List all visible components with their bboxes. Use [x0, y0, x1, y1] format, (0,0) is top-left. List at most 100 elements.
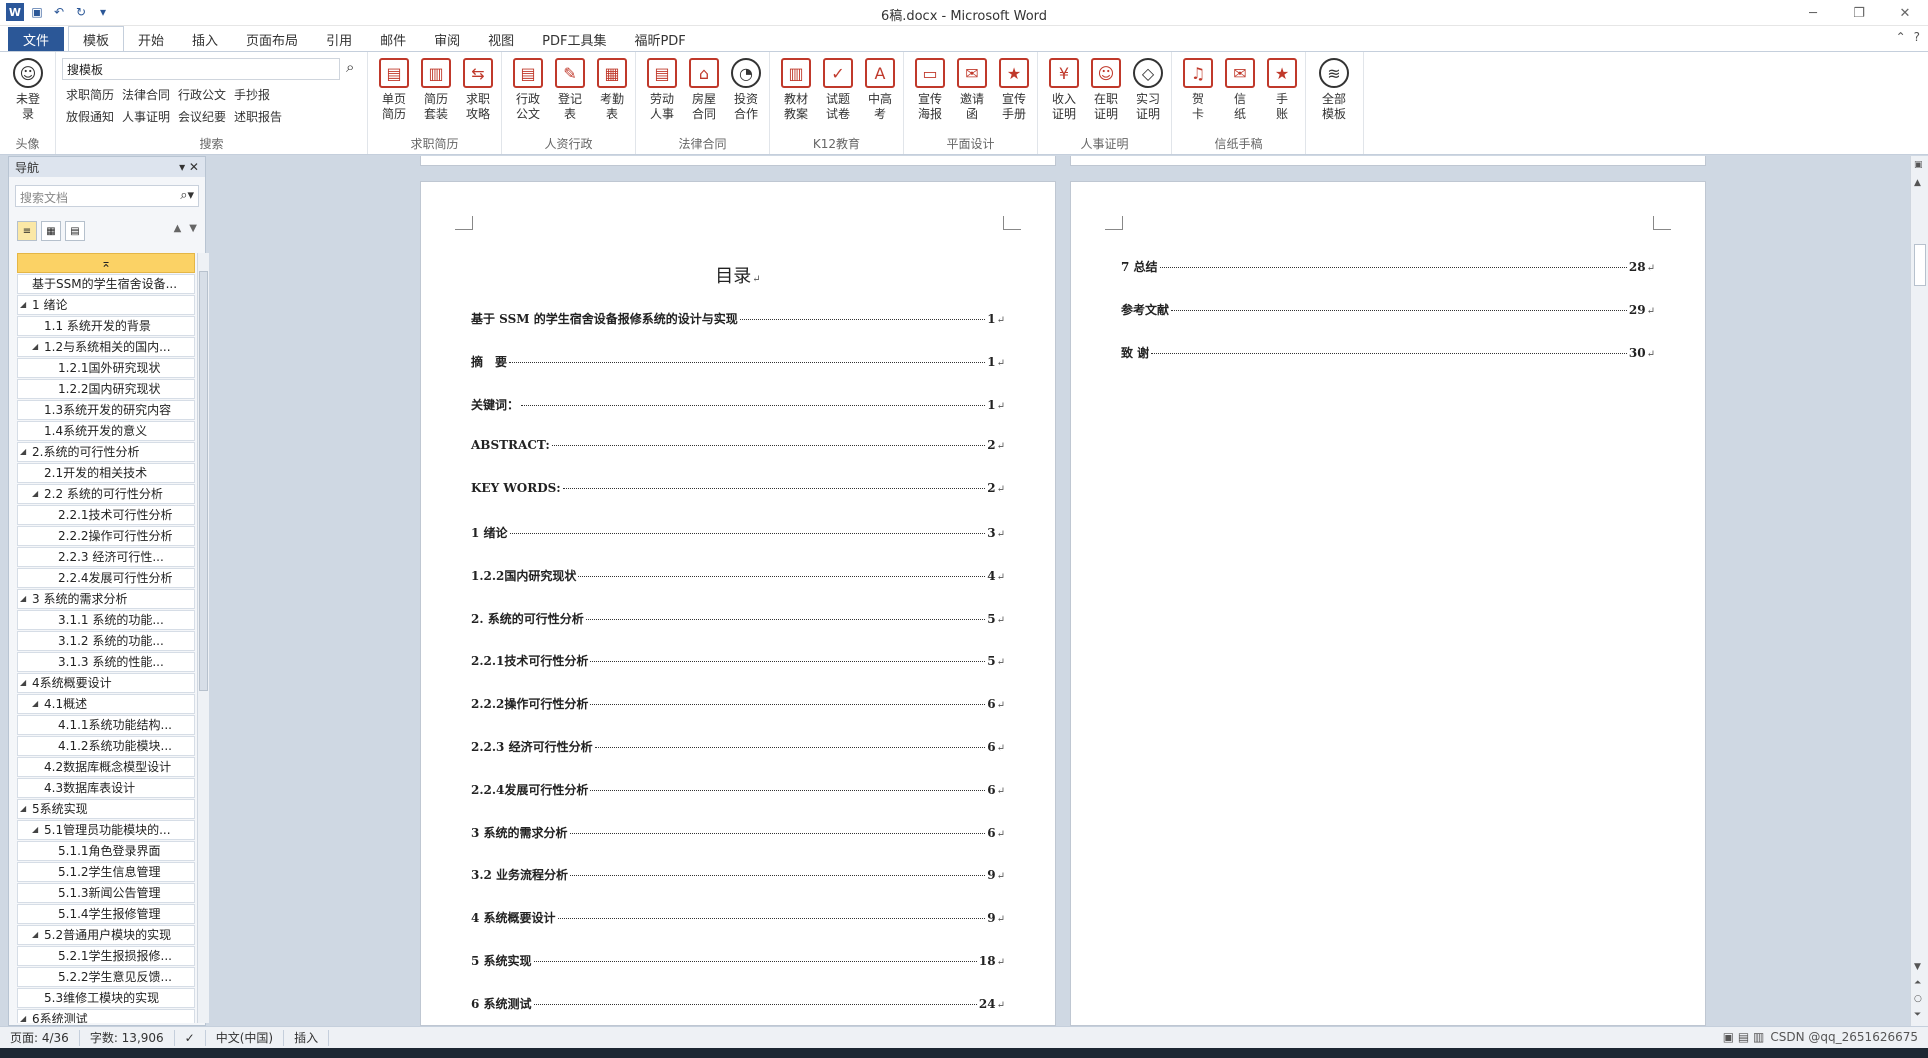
nav-heading-item[interactable]: 4.1.1系统功能结构...	[17, 715, 195, 735]
nav-heading-item[interactable]: 4.3数据库表设计	[17, 778, 195, 798]
document-page-2[interactable]: 7 总结 28 ↵ 参考文献 29 ↵ 致 谢 30 ↵	[1070, 181, 1706, 1026]
minimize-ribbon-icon[interactable]: ⌃	[1896, 30, 1906, 44]
single-resume-button[interactable]: ▤ 单页 简历	[374, 58, 414, 122]
link-holiday[interactable]: 放假通知	[66, 108, 114, 125]
resume-set-button[interactable]: ▥ 简历 套装	[416, 58, 456, 122]
headings-view-icon[interactable]: ≡	[17, 221, 37, 241]
nav-heading-item[interactable]: 1.2.1国外研究现状	[17, 358, 195, 378]
handbook-button[interactable]: ★ 手账	[1262, 58, 1302, 122]
scroll-thumb[interactable]	[1914, 244, 1926, 286]
scroll-down-icon[interactable]: ▼	[1914, 962, 1921, 972]
job-guide-button[interactable]: ⇆ 求职 攻略	[458, 58, 498, 122]
poster-button[interactable]: ▭ 宣传 海报	[910, 58, 950, 122]
toc-entry[interactable]: 基于 SSM 的学生宿舍设备报修系统的设计与实现 1 ↵	[471, 310, 1005, 327]
toc-entry[interactable]: ABSTRACT: 2 ↵	[471, 438, 1005, 452]
toc-entry[interactable]: 2. 系统的可行性分析 5 ↵	[471, 610, 1005, 627]
nav-heading-item[interactable]: 2.2.3 经济可行性...	[17, 547, 195, 567]
pages-view-icon[interactable]: ▦	[41, 221, 61, 241]
nav-next-icon[interactable]: ▼	[189, 223, 197, 234]
income-proof-button[interactable]: ¥ 收入 证明	[1044, 58, 1084, 122]
toc-entry[interactable]: 3 系统的需求分析 6 ↵	[471, 824, 1005, 841]
nav-heading-item[interactable]: 5.2.2学生意见反馈...	[17, 967, 195, 987]
link-official-doc[interactable]: 行政公文	[178, 86, 226, 103]
link-resume[interactable]: 求职简历	[66, 86, 114, 103]
tab-view[interactable]: 视图	[474, 27, 528, 51]
link-minutes[interactable]: 会议纪要	[178, 108, 226, 125]
view-mode-icons[interactable]: ▣ ▤ ▥	[1723, 1030, 1765, 1044]
tab-home[interactable]: 开始	[124, 27, 178, 51]
tab-review[interactable]: 审阅	[420, 27, 474, 51]
labor-button[interactable]: ▤ 劳动 人事	[642, 58, 682, 122]
link-handwritten[interactable]: 手抄报	[234, 86, 270, 103]
nav-heading-item[interactable]: 3.1.2 系统的功能...	[17, 631, 195, 651]
letter-paper-button[interactable]: ✉ 信纸	[1220, 58, 1260, 122]
toc-entry[interactable]: 1 绪论 3 ↵	[471, 524, 1005, 541]
nav-heading-item[interactable]: ◢ 2.系统的可行性分析	[17, 442, 195, 462]
toc-entry[interactable]: 1.2.2国内研究现状 4 ↵	[471, 567, 1005, 584]
next-page-icon[interactable]: ⏷	[1914, 1010, 1921, 1020]
status-words[interactable]: 字数: 13,906	[80, 1029, 175, 1046]
expand-triangle-icon[interactable]: ◢	[20, 296, 26, 314]
tab-mailings[interactable]: 邮件	[366, 27, 420, 51]
nav-heading-item[interactable]: ◢ 1.2与系统相关的国内...	[17, 337, 195, 357]
close-icon[interactable]: ✕	[1882, 0, 1928, 26]
nav-heading-item[interactable]: ◢ 4系统概要设计	[17, 673, 195, 693]
toc-entry[interactable]: 4 系统概要设计 9 ↵	[471, 909, 1005, 926]
nav-heading-item[interactable]: 2.1开发的相关技术	[17, 463, 195, 483]
nav-heading-item[interactable]: 4.2数据库概念模型设计	[17, 757, 195, 777]
restore-icon[interactable]: ❐	[1836, 0, 1882, 26]
expand-triangle-icon[interactable]: ◢	[32, 485, 38, 503]
toc-entry[interactable]: 5 系统实现 18 ↵	[471, 952, 1005, 969]
nav-heading-item[interactable]: 3.1.1 系统的功能...	[17, 610, 195, 630]
nav-heading-item[interactable]: 3.1.3 系统的性能...	[17, 652, 195, 672]
nav-heading-item[interactable]: 5.2.1学生报损报修...	[17, 946, 195, 966]
document-page-1[interactable]: 目录↵ 基于 SSM 的学生宿舍设备报修系统的设计与实现 1 ↵ 摘 要 1 ↵ 关键词： 1…	[420, 181, 1056, 1026]
link-report[interactable]: 述职报告	[234, 108, 282, 125]
nav-heading-item[interactable]: ◢ 2.2 系统的可行性分析	[17, 484, 195, 504]
nav-heading-item[interactable]: 2.2.2操作可行性分析	[17, 526, 195, 546]
expand-triangle-icon[interactable]: ◢	[20, 1010, 26, 1023]
toc-entry[interactable]: 2.2.1技术可行性分析 5 ↵	[471, 652, 1005, 669]
nav-heading-item[interactable]: ◢ 5.1管理员功能模块的...	[17, 820, 195, 840]
status-page[interactable]: 页面: 4/36	[0, 1029, 80, 1046]
login-button[interactable]: ☺ 未登 录	[8, 58, 48, 122]
nav-heading-item[interactable]: 基于SSM的学生宿舍设备...	[17, 274, 195, 294]
tab-pdf-tools[interactable]: PDF工具集	[528, 27, 620, 51]
status-mode[interactable]: 插入	[284, 1029, 330, 1046]
search-icon[interactable]: ⌕▾	[180, 188, 194, 203]
nav-heading-item[interactable]: 5.1.3新闻公告管理	[17, 883, 195, 903]
spell-check-icon[interactable]: ✓	[175, 1029, 206, 1046]
nav-heading-item[interactable]: 5.1.1角色登录界面	[17, 841, 195, 861]
admin-doc-button[interactable]: ▤ 行政 公文	[508, 58, 548, 122]
tab-file[interactable]: 文件	[8, 27, 64, 51]
nav-heading-item[interactable]: 4.1.2系统功能模块...	[17, 736, 195, 756]
investment-button[interactable]: ◔ 投资 合作	[726, 58, 766, 122]
nav-close-icon[interactable]: ▾ ✕	[179, 160, 199, 174]
expand-triangle-icon[interactable]: ◢	[32, 338, 38, 356]
tab-foxit-pdf[interactable]: 福昕PDF	[620, 27, 699, 51]
toc-entry[interactable]: 2.2.3 经济可行性分析 6 ↵	[471, 738, 1005, 755]
help-icon[interactable]: ?	[1914, 30, 1920, 44]
expand-triangle-icon[interactable]: ◢	[20, 674, 26, 692]
toc-entry[interactable]: 6 系统测试 24 ↵	[471, 995, 1005, 1012]
nav-heading-item[interactable]: 2.2.4发展可行性分析	[17, 568, 195, 588]
toc-entry[interactable]: 2.2.2操作可行性分析 6 ↵	[471, 695, 1005, 712]
expand-triangle-icon[interactable]: ◢	[32, 926, 38, 944]
invitation-button[interactable]: ✉ 邀请函	[952, 58, 992, 122]
tab-page-layout[interactable]: 页面布局	[232, 27, 312, 51]
nav-heading-item[interactable]: 5.3维修工模块的实现	[17, 988, 195, 1008]
toc-entry[interactable]: 7 总结 28 ↵	[1121, 258, 1655, 275]
toc-entry[interactable]: 致 谢 30 ↵	[1121, 344, 1655, 361]
textbook-button[interactable]: ▥ 教材 教案	[776, 58, 816, 122]
nav-heading-item[interactable]: ◢ 5.2普通用户模块的实现	[17, 925, 195, 945]
expand-triangle-icon[interactable]: ◢	[32, 695, 38, 713]
template-search-input[interactable]: 搜模板	[62, 58, 340, 80]
nav-heading-item[interactable]: 2.2.1技术可行性分析	[17, 505, 195, 525]
nav-heading-item[interactable]: 1.4系统开发的意义	[17, 421, 195, 441]
tab-template[interactable]: 模板	[68, 26, 125, 51]
nav-heading-item[interactable]: 5.1.2学生信息管理	[17, 862, 195, 882]
document-scrollbar[interactable]: ▣ ▲ ▼ ⏶ ○ ⏷	[1910, 156, 1928, 1026]
tab-references[interactable]: 引用	[312, 27, 366, 51]
house-contract-button[interactable]: ⌂ 房屋 合同	[684, 58, 724, 122]
toc-entry[interactable]: KEY WORDS: 2 ↵	[471, 481, 1005, 495]
